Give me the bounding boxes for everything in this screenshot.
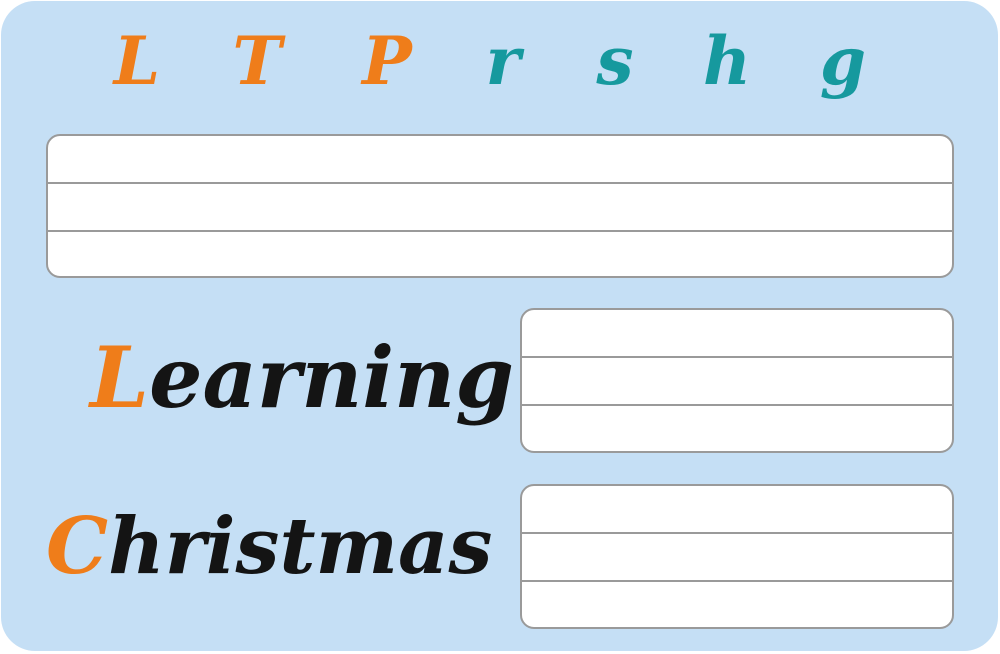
word-rest: hristmas [108, 501, 493, 592]
writing-rule [48, 230, 952, 232]
letter-3: P [362, 22, 412, 100]
writing-area-christmas[interactable] [520, 484, 954, 629]
word-first-letter: L [90, 328, 150, 427]
writing-rule [522, 580, 952, 582]
writing-area-letters[interactable] [46, 134, 954, 278]
word-first-letter: C [46, 501, 109, 592]
word-learning: Learning [90, 336, 514, 420]
writing-rule [48, 182, 952, 184]
letter-6: h [703, 22, 751, 100]
letter-7: g [819, 22, 867, 100]
letter-row: L T P r s h g [0, 0, 1000, 130]
writing-area-learning[interactable] [520, 308, 954, 453]
letter-2: T [232, 22, 282, 100]
word-christmas: Christmas [46, 508, 492, 586]
word-rest: earning [149, 328, 514, 427]
writing-rule [522, 532, 952, 534]
letter-4: r [485, 22, 521, 100]
writing-rule [522, 404, 952, 406]
writing-rule [522, 356, 952, 358]
letter-5: s [596, 22, 634, 100]
letter-1: L [113, 22, 161, 100]
